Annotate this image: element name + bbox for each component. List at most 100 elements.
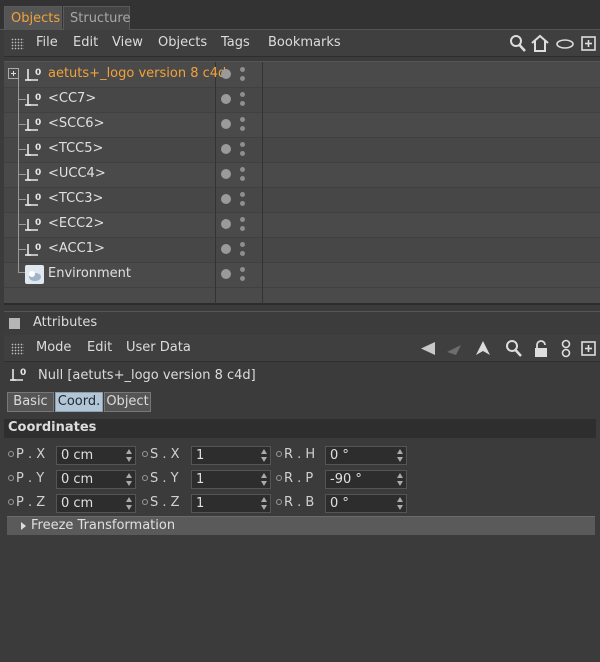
position-z-input[interactable]: 0 cm xyxy=(56,494,136,513)
up-arrow-icon[interactable] xyxy=(473,339,493,358)
visibility-dot-icon[interactable] xyxy=(221,144,231,154)
animation-dot-icon[interactable] xyxy=(276,451,282,457)
tab-structure[interactable]: Structure xyxy=(63,6,130,30)
visibility-dot-icon[interactable] xyxy=(221,219,231,229)
render-visibility-dot-icon[interactable] xyxy=(240,276,245,281)
new-panel-icon[interactable] xyxy=(579,34,599,53)
attributes-header: Attributes xyxy=(4,311,600,335)
grip-icon[interactable] xyxy=(11,343,24,355)
editor-visibility-dot-icon[interactable] xyxy=(240,242,245,247)
rotation-h-input[interactable]: 0 ° xyxy=(325,446,407,465)
spinner-arrows-icon[interactable] xyxy=(126,497,132,510)
visibility-dot-icon[interactable] xyxy=(221,194,231,204)
editor-visibility-dot-icon[interactable] xyxy=(240,167,245,172)
rotation-p-input[interactable]: -90 ° xyxy=(325,470,407,489)
tree-item[interactable]: 0 <CC7> xyxy=(4,87,215,112)
search-icon[interactable] xyxy=(508,34,528,53)
tab-coord[interactable]: Coord. xyxy=(55,392,103,412)
editor-visibility-dot-icon[interactable] xyxy=(240,67,245,72)
tree-item-root[interactable]: 0 aetuts+_logo version 8 c4d xyxy=(4,62,226,87)
search-icon[interactable] xyxy=(504,339,524,358)
panel-tab-bar: Objects Structure xyxy=(0,0,600,30)
animation-dot-icon[interactable] xyxy=(142,499,148,505)
tree-item[interactable]: Environment xyxy=(4,262,215,287)
tree-item[interactable]: 0 <UCC4> xyxy=(4,162,215,187)
editor-visibility-dot-icon[interactable] xyxy=(240,92,245,97)
tree-item[interactable]: 0 <TCC5> xyxy=(4,137,215,162)
null-object-icon: 0 xyxy=(25,168,41,181)
spinner-arrows-icon[interactable] xyxy=(397,473,403,486)
visibility-dot-icon[interactable] xyxy=(221,169,231,179)
render-visibility-dot-icon[interactable] xyxy=(240,76,245,81)
home-icon[interactable] xyxy=(530,34,550,53)
menu-edit[interactable]: Edit xyxy=(87,340,112,355)
scale-z-input[interactable]: 1 xyxy=(191,494,271,513)
animation-dot-icon[interactable] xyxy=(142,451,148,457)
animation-dot-icon[interactable] xyxy=(276,475,282,481)
menu-edit[interactable]: Edit xyxy=(73,35,98,50)
lock-icon[interactable] xyxy=(531,339,551,358)
spinner-arrows-icon[interactable] xyxy=(397,497,403,510)
spinner-arrows-icon[interactable] xyxy=(126,473,132,486)
editor-visibility-dot-icon[interactable] xyxy=(240,117,245,122)
link-icon[interactable] xyxy=(556,339,576,358)
editor-visibility-dot-icon[interactable] xyxy=(240,142,245,147)
menu-bookmarks[interactable]: Bookmarks xyxy=(268,35,341,50)
menu-file[interactable]: File xyxy=(36,35,58,50)
eye-icon[interactable] xyxy=(555,34,575,53)
tree-item[interactable]: 0 <SCC6> xyxy=(4,112,215,137)
null-object-icon: 0 xyxy=(25,68,41,81)
new-panel-icon[interactable] xyxy=(579,339,599,358)
render-visibility-dot-icon[interactable] xyxy=(240,251,245,256)
tree-item[interactable]: 0 <ACC1> xyxy=(4,237,215,262)
back-arrow-icon[interactable] xyxy=(418,339,438,358)
render-visibility-dot-icon[interactable] xyxy=(240,201,245,206)
tab-basic[interactable]: Basic xyxy=(7,392,54,412)
visibility-dot-icon[interactable] xyxy=(221,94,231,104)
menu-user-data[interactable]: User Data xyxy=(126,340,191,355)
menu-view[interactable]: View xyxy=(112,35,143,50)
spinner-arrows-icon[interactable] xyxy=(126,449,132,462)
render-visibility-dot-icon[interactable] xyxy=(240,151,245,156)
visibility-dot-icon[interactable] xyxy=(221,69,231,79)
spinner-arrows-icon[interactable] xyxy=(261,497,267,510)
scale-y-input[interactable]: 1 xyxy=(191,470,271,489)
spinner-arrows-icon[interactable] xyxy=(397,449,403,462)
render-visibility-dot-icon[interactable] xyxy=(240,226,245,231)
environment-icon xyxy=(25,265,44,284)
render-visibility-dot-icon[interactable] xyxy=(240,176,245,181)
menu-tags[interactable]: Tags xyxy=(221,35,250,50)
position-x-input[interactable]: 0 cm xyxy=(56,446,136,465)
editor-visibility-dot-icon[interactable] xyxy=(240,192,245,197)
grip-icon[interactable] xyxy=(11,38,24,50)
rotation-b-input[interactable]: 0 ° xyxy=(325,494,407,513)
render-visibility-dot-icon[interactable] xyxy=(240,101,245,106)
animation-dot-icon[interactable] xyxy=(8,451,14,457)
animation-dot-icon[interactable] xyxy=(142,475,148,481)
animation-dot-icon[interactable] xyxy=(8,499,14,505)
tab-objects[interactable]: Objects xyxy=(4,6,62,30)
editor-visibility-dot-icon[interactable] xyxy=(240,267,245,272)
menu-mode[interactable]: Mode xyxy=(36,340,71,355)
panel-square-icon[interactable] xyxy=(9,318,20,329)
tree-item[interactable]: 0 <ECC2> xyxy=(4,212,215,237)
forward-arrow-icon[interactable] xyxy=(444,339,464,358)
expand-arrow-icon[interactable] xyxy=(21,522,26,530)
position-y-input[interactable]: 0 cm xyxy=(56,470,136,489)
visibility-dot-icon[interactable] xyxy=(221,119,231,129)
spinner-arrows-icon[interactable] xyxy=(261,449,267,462)
visibility-dot-icon[interactable] xyxy=(221,244,231,254)
tab-object[interactable]: Object xyxy=(104,392,151,412)
animation-dot-icon[interactable] xyxy=(276,499,282,505)
field-label-sz: S . Z xyxy=(142,495,180,510)
tree-item[interactable]: 0 <TCC3> xyxy=(4,187,215,212)
render-visibility-dot-icon[interactable] xyxy=(240,126,245,131)
editor-visibility-dot-icon[interactable] xyxy=(240,217,245,222)
visibility-dot-icon[interactable] xyxy=(221,269,231,279)
menu-objects[interactable]: Objects xyxy=(158,35,207,50)
animation-dot-icon[interactable] xyxy=(8,475,14,481)
freeze-transformation-group[interactable]: Freeze Transformation xyxy=(7,516,595,535)
svg-text:0: 0 xyxy=(35,68,41,78)
scale-x-input[interactable]: 1 xyxy=(191,446,271,465)
spinner-arrows-icon[interactable] xyxy=(261,473,267,486)
